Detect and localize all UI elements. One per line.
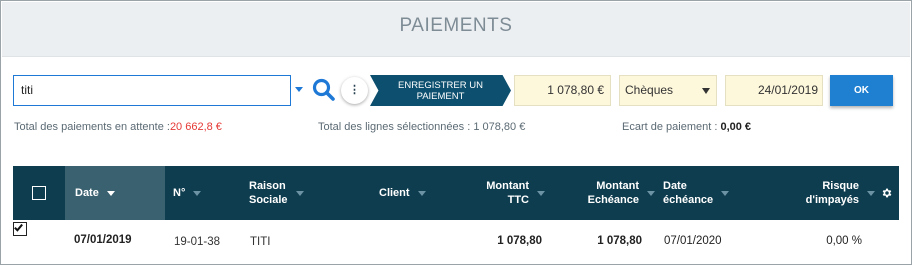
column-raison-label-line2: Sociale [249,194,288,206]
select-all-checkbox[interactable] [32,186,46,200]
cell-amount-echeance: 1 078,80 [597,235,642,247]
register-payment-label-line1: ENREGISTRER UN [398,80,483,91]
search-input[interactable]: titi [13,75,291,106]
column-header-number[interactable]: N° [173,166,233,220]
pending-payments-value: 20 662,8 € [169,121,222,133]
column-risk-label-line2: d'impayés [805,194,859,206]
search-button[interactable] [310,76,338,104]
cell-number: 19-01-38 [174,236,221,248]
column-ttc-label: Montant TTC [486,179,529,207]
sort-down-icon[interactable] [193,190,202,196]
more-options-button[interactable]: ⋮ [341,77,368,104]
amount-field[interactable]: 1 078,80 € [514,75,611,106]
column-risk-label-line1: Risque [822,180,859,192]
column-risk-label: Risque d'impayés [806,179,859,207]
column-header-amount-echeance[interactable]: Montant Echéance [575,166,655,220]
page-title: PAIEMENTS [399,15,513,36]
sort-down-icon[interactable] [537,190,545,196]
select-all-cell [13,166,65,220]
row-checkbox[interactable] [13,222,27,236]
register-payment-label-line2: PAIEMENT [416,91,465,102]
sort-down-icon[interactable] [106,190,115,196]
page-header: PAIEMENTS [2,2,910,57]
column-ech-label: Montant Echéance [588,179,639,207]
column-ttc-label-line2: TTC [507,194,529,206]
sort-down-icon[interactable] [647,190,655,196]
payment-gap-value: 0,00 € [720,121,752,133]
column-dech-label-line1: Date [663,180,687,192]
column-date-label: Date [75,187,99,199]
selected-lines-label: Total des lignes sélectionnées : [318,121,471,133]
column-dech-label: Date échéance [663,179,713,207]
cell-due-date: 07/01/2020 [664,235,722,247]
sort-down-icon[interactable] [867,190,875,196]
payments-window: PAIEMENTS titi ⋮ ENREGISTRER UN PAIEMENT… [0,0,912,265]
column-ttc-label-line1: Montant [486,180,529,192]
column-number-label: N° [173,187,186,199]
cell-raison-sociale: TITI [250,236,271,248]
column-header-date[interactable]: Date [65,166,165,220]
column-dech-label-line2: échéance [663,194,714,206]
checkmark-icon [14,223,23,232]
column-header-client[interactable]: Client [379,166,459,220]
column-client-label: Client [379,187,410,199]
sort-down-icon[interactable] [417,190,426,196]
payment-date-field[interactable]: 24/01/2019 [725,75,823,106]
selected-lines-value: 1 078,80 € [473,121,526,133]
table-row[interactable]: 07/01/2019 19-01-38 TITI 1 078,80 1 078,… [13,222,899,262]
column-header-due-date[interactable]: Date échéance [663,166,743,220]
column-header-raison-sociale[interactable]: Raison Sociale [249,166,339,220]
column-ech-label-line1: Montant [596,180,639,192]
cell-date: 07/01/2019 [74,234,132,246]
column-ech-label-line2: Echéance [587,194,639,206]
gear-icon [882,188,892,198]
column-header-amount-ttc[interactable]: Montant TTC [475,166,545,220]
column-raison-label-line1: Raison [249,180,286,192]
payment-method-select[interactable]: Chèques [619,75,717,106]
pending-payments-label: Total des paiements en attente : [14,121,170,133]
payment-gap-label: Ecart de paiement : [622,121,718,133]
search-icon [312,78,335,101]
sort-down-icon[interactable] [295,190,304,196]
selected-lines-total: Total des lignes sélectionnées : 1 078,8… [318,121,525,133]
ok-button[interactable]: OK [830,75,893,106]
pending-payments-total: Total des paiements en attente :20 662,8… [14,121,222,133]
sort-down-icon[interactable] [721,190,730,196]
column-raison-label: Raison Sociale [249,179,288,207]
register-payment-button[interactable]: ENREGISTRER UN PAIEMENT [370,75,511,106]
more-vertical-icon: ⋮ [349,84,360,96]
chevron-down-icon [702,88,710,94]
table-settings-button[interactable] [877,166,897,220]
search-dropdown-caret-icon[interactable] [295,87,303,92]
table-header: Date N° Raison Sociale Client Montant TT… [13,166,899,220]
payment-gap: Ecart de paiement : 0,00 € [622,121,751,133]
cell-amount-ttc: 1 078,80 [497,235,542,247]
column-header-risk[interactable]: Risque d'impayés [789,166,875,220]
payment-method-value: Chèques [625,83,674,97]
cell-risk: 0,00 % [826,235,862,247]
